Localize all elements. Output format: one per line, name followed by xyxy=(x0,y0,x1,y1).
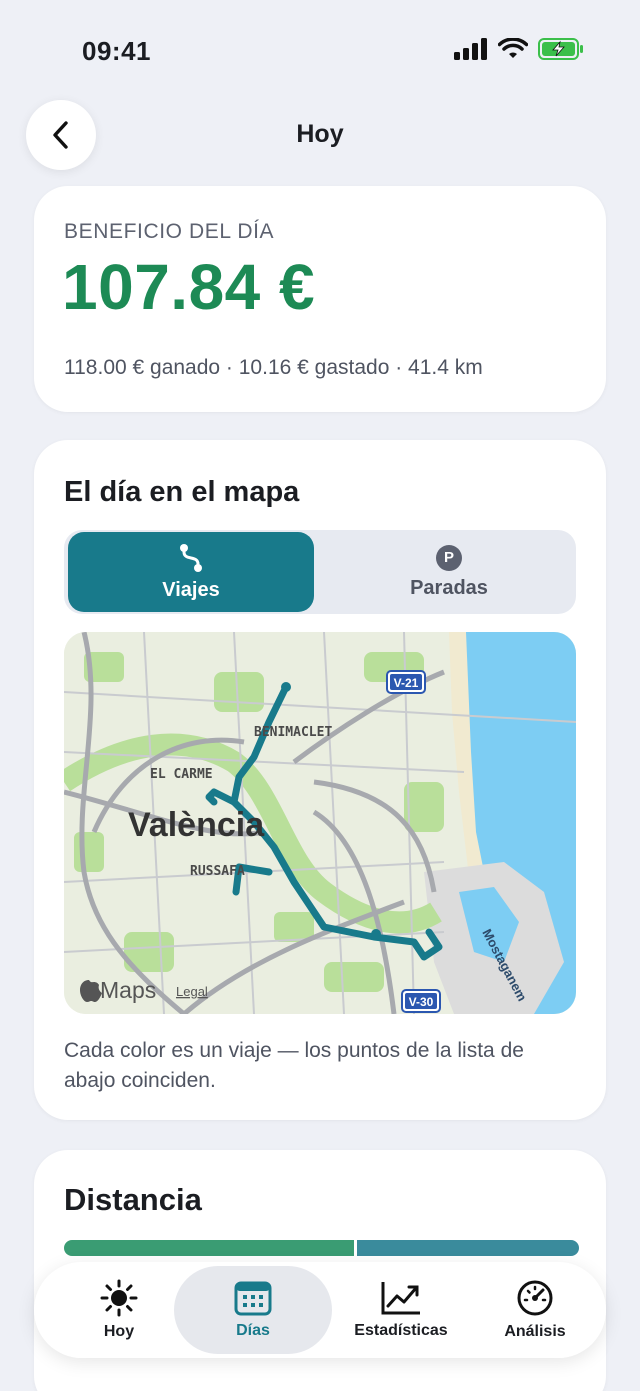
segment-stops[interactable]: P Paradas xyxy=(326,532,572,612)
map-card: El día en el mapa Viajes P Paradas V-21 … xyxy=(34,440,606,1120)
sun-icon xyxy=(100,1279,138,1317)
segment-trips-label: Viajes xyxy=(162,578,220,601)
tab-hoy-label: Hoy xyxy=(103,1323,135,1340)
profit-card: BENEFICIO DEL DÍA 107.84 € 118.00 € gana… xyxy=(34,186,606,412)
battery-charging-icon xyxy=(538,38,583,60)
tab-analisis[interactable]: Análisis xyxy=(464,1262,606,1358)
tab-dias-label: Días xyxy=(236,1322,270,1339)
map-label-city: València xyxy=(128,806,265,844)
tab-estadisticas[interactable]: Estadísticas xyxy=(326,1262,476,1358)
segment-trips[interactable]: Viajes xyxy=(68,532,314,612)
segment-stops-label: Paradas xyxy=(410,576,488,599)
status-time: 09:41 xyxy=(82,36,151,66)
status-icons xyxy=(454,38,584,60)
status-bar: 09:41 xyxy=(0,0,640,100)
map-legal-link: Legal xyxy=(176,984,208,999)
tab-bar: Hoy Días Estadísticas Análisis xyxy=(34,1262,606,1358)
chart-icon xyxy=(381,1282,420,1315)
tab-analisis-label: Análisis xyxy=(504,1323,566,1340)
road-shield-v30: V-30 xyxy=(401,989,441,1013)
trip-map[interactable]: V-21 V-30 BENIMACLET EL CARME València R… xyxy=(64,632,576,1014)
profit-detail: 118.00 € ganado · 10.16 € gastado · 41.4… xyxy=(64,356,483,379)
tab-dias[interactable]: Días xyxy=(174,1262,332,1358)
profit-label: BENEFICIO DEL DÍA xyxy=(64,220,275,243)
calendar-icon xyxy=(234,1281,272,1316)
page-title: Hoy xyxy=(296,120,344,148)
distance-bar-segment xyxy=(357,1240,579,1256)
distance-bar-segment xyxy=(64,1240,354,1256)
svg-text:V-21: V-21 xyxy=(394,676,419,690)
profit-value: 107.84 € xyxy=(62,251,316,323)
cellular-signal-icon xyxy=(454,38,487,60)
map-label-benimaclet: BENIMACLET xyxy=(254,725,332,740)
svg-text:Maps: Maps xyxy=(100,977,156,1003)
map-canvas: V-21 V-30 BENIMACLET EL CARME València R… xyxy=(64,632,576,1014)
distance-title: Distancia xyxy=(64,1182,202,1217)
road-shield-v21: V-21 xyxy=(386,670,426,694)
map-caption: Cada color es un viaje — los puntos de l… xyxy=(64,1039,524,1092)
map-mode-segmented-control: Viajes P Paradas xyxy=(64,530,576,614)
map-label-russafa: RUSSAFA xyxy=(190,864,245,879)
parking-icon: P xyxy=(436,544,462,571)
wifi-icon xyxy=(498,38,528,58)
map-section-title: El día en el mapa xyxy=(64,476,300,508)
navigation-bar: Hoy xyxy=(0,98,640,170)
gauge-icon xyxy=(517,1280,553,1316)
route-icon xyxy=(180,543,202,572)
tab-estadisticas-label: Estadísticas xyxy=(354,1322,448,1339)
map-label-el-carme: EL CARME xyxy=(150,767,213,782)
svg-text:V-30: V-30 xyxy=(409,995,434,1009)
